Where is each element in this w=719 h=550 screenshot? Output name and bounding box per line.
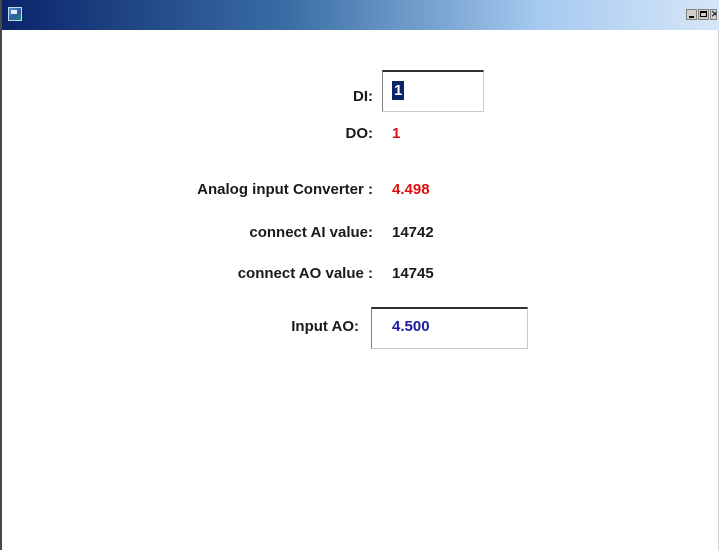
input-ao-value[interactable]: 4.500 [392,318,430,335]
input-ao-field[interactable]: 4.500 [371,307,528,349]
app-icon[interactable] [8,7,22,21]
title-bar[interactable] [2,0,719,30]
do-value: 1 [392,125,401,142]
connect-ao-label: connect AO value : [237,265,373,282]
analog-input-label: Analog input Converter : [197,181,373,198]
di-label: DI: [353,88,373,105]
connect-ai-value: 14742 [392,224,434,241]
window-controls [686,9,717,20]
maximize-button[interactable] [698,9,709,20]
input-ao-label: Input AO: [291,318,359,335]
connect-ai-label: connect AI value: [249,224,373,241]
app-window: DI: 1 DO: 1 Analog input Converter : 4.4… [0,0,719,550]
analog-input-value: 4.498 [392,181,430,198]
connect-ao-value: 14745 [392,265,434,282]
minimize-button[interactable] [686,9,697,20]
close-button[interactable] [710,9,717,20]
do-label: DO: [345,125,374,142]
di-input[interactable]: 1 [382,70,484,112]
di-input-value[interactable]: 1 [392,81,405,100]
